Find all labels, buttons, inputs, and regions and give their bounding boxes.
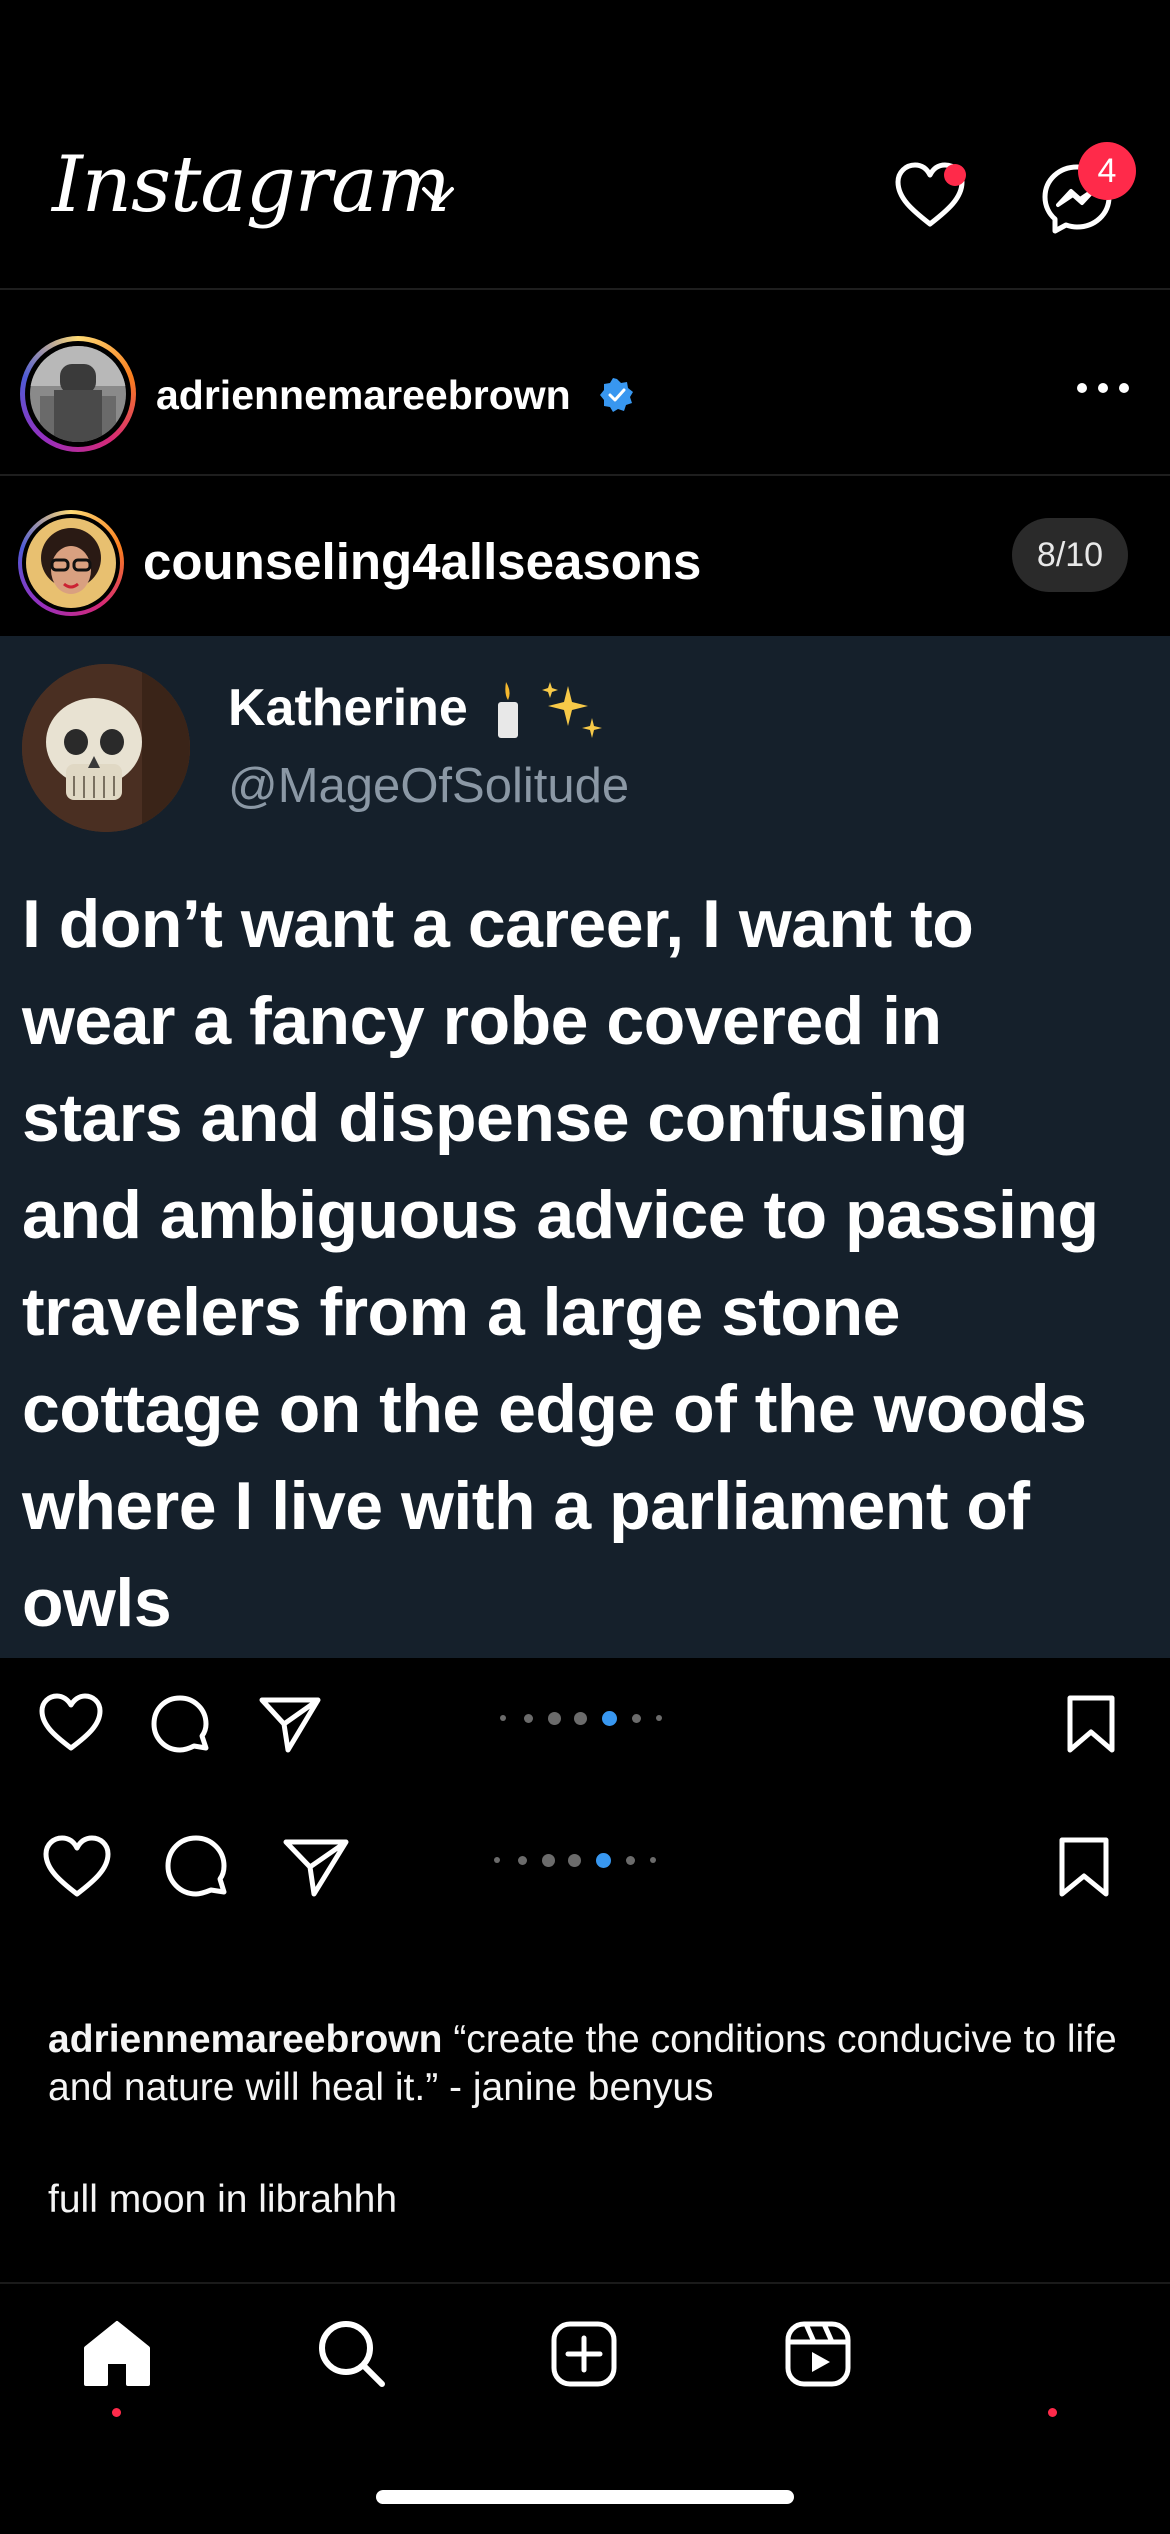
carousel-dot <box>524 1714 533 1723</box>
carousel-dot <box>626 1856 635 1865</box>
post-caption: adriennemareebrown “create the condition… <box>48 2016 1138 2112</box>
instagram-logo[interactable]: Instagram <box>52 140 451 230</box>
create-post-icon[interactable] <box>550 2320 618 2388</box>
home-active-dot <box>112 2408 121 2417</box>
save-button[interactable] <box>1056 1836 1112 1898</box>
carousel-dot <box>574 1712 587 1725</box>
reshared-avatar-ring[interactable] <box>18 510 124 616</box>
tweet-avatar <box>22 664 190 832</box>
tweet-handle: @MageOfSolitude <box>228 759 630 813</box>
carousel-dot-active <box>596 1853 611 1868</box>
carousel-dot <box>568 1854 581 1867</box>
share-button[interactable] <box>282 1836 350 1898</box>
reels-icon[interactable] <box>784 2320 852 2388</box>
tweet-text: I don’t want a career, I want to wear a … <box>22 886 1099 1641</box>
slide-counter: 8/10 <box>1012 518 1128 592</box>
home-indicator <box>376 2490 794 2504</box>
verified-badge-icon <box>600 378 634 412</box>
carousel-dot <box>500 1715 506 1721</box>
save-button[interactable] <box>1064 1694 1118 1754</box>
carousel-indicator <box>490 1710 690 1726</box>
author-avatar-ring[interactable] <box>20 336 136 452</box>
divider <box>0 288 1170 290</box>
tweet-author-name: Katherine <box>228 679 468 737</box>
carousel-dot <box>518 1856 527 1865</box>
carousel-dot <box>632 1714 641 1723</box>
chevron-down-icon[interactable] <box>420 185 456 209</box>
more-options-icon[interactable] <box>1076 382 1130 394</box>
caption-username[interactable]: adriennemareebrown <box>48 2018 442 2061</box>
caption-extra-line: full moon in librahhh <box>48 2178 398 2221</box>
carousel-dot <box>650 1857 656 1863</box>
carousel-dot <box>494 1857 500 1863</box>
candle-sparkles-icon <box>488 678 608 742</box>
share-button[interactable] <box>258 1694 322 1754</box>
top-bar: Instagram 4 <box>0 0 1170 290</box>
carousel-dot <box>542 1854 555 1867</box>
search-icon[interactable] <box>316 2318 388 2390</box>
avatar <box>26 518 116 608</box>
avatar <box>30 346 126 442</box>
like-button[interactable] <box>42 1834 112 1898</box>
post-author-username[interactable]: adriennemareebrown <box>156 370 571 420</box>
carousel-dot <box>548 1712 561 1725</box>
home-icon[interactable] <box>82 2320 152 2386</box>
messages-badge: 4 <box>1078 142 1136 200</box>
carousel-dot-active <box>602 1711 617 1726</box>
comment-button[interactable] <box>148 1692 212 1756</box>
notification-dot <box>944 164 966 186</box>
carousel-indicator <box>484 1852 684 1868</box>
like-button[interactable] <box>38 1692 104 1752</box>
carousel-dot <box>656 1715 662 1721</box>
comment-button[interactable] <box>162 1832 230 1900</box>
divider <box>0 474 1170 476</box>
reshared-username[interactable]: counseling4allseasons <box>143 532 701 592</box>
profile-notification-dot <box>1048 2408 1057 2417</box>
